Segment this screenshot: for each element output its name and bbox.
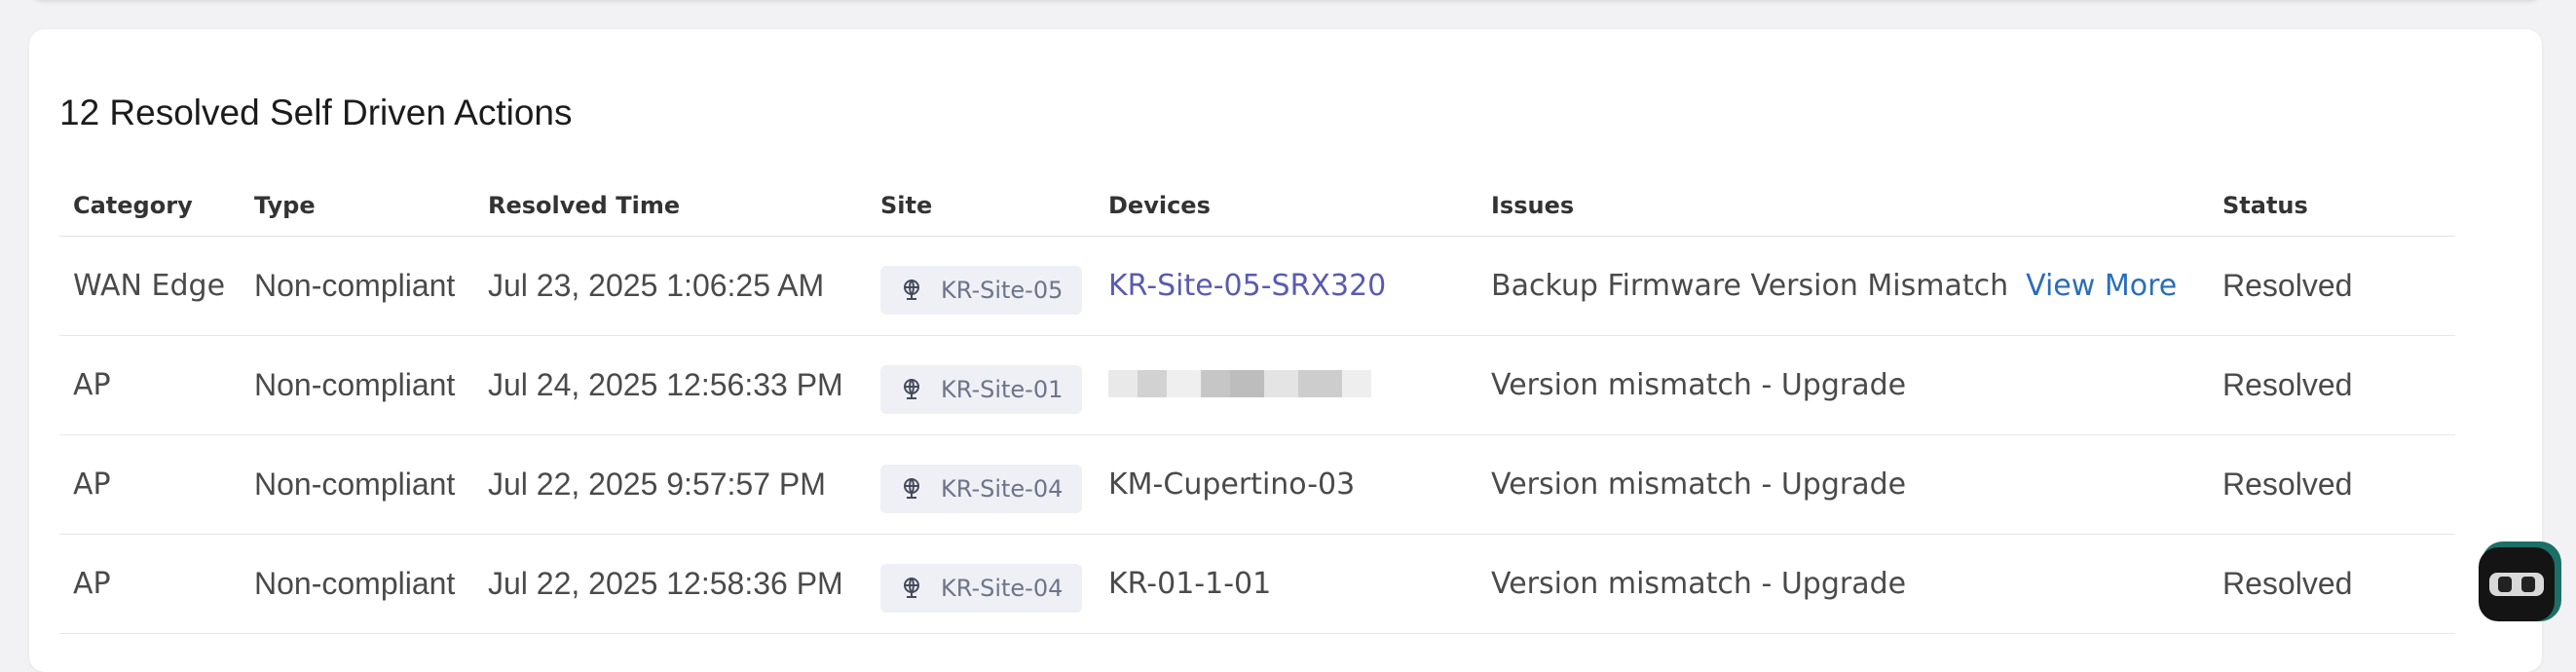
- category-cell: AP: [59, 434, 241, 535]
- type-cell: Non-compliant: [241, 434, 474, 535]
- column-header-resolved-time[interactable]: Resolved Time: [474, 175, 867, 237]
- column-header-category[interactable]: Category: [59, 175, 241, 237]
- issues-cell: Version mismatch - Upgrade: [1477, 335, 2209, 435]
- site-chip[interactable]: KR-Site-04: [880, 563, 1083, 613]
- table-row: AP Non-compliant Jul 22, 2025 9:57:57 PM…: [59, 434, 2455, 535]
- device-link[interactable]: KR-Site-05-SRX320: [1108, 269, 1386, 303]
- site-cell: KR-Site-04: [867, 534, 1095, 634]
- devices-cell: [1095, 335, 1477, 435]
- type-cell: Non-compliant: [241, 335, 474, 435]
- site-chip-label: KR-Site-05: [941, 276, 1064, 304]
- site-chip-label: KR-Site-04: [941, 474, 1064, 503]
- devices-cell: KM-Cupertino-03: [1095, 434, 1477, 535]
- table-row: WAN Edge Non-compliant Jul 23, 2025 1:06…: [59, 236, 2455, 336]
- site-icon: [904, 378, 919, 399]
- issues-cell: Version mismatch - Upgrade: [1477, 434, 2209, 535]
- view-more-link[interactable]: View More: [2026, 269, 2177, 303]
- redacted-device-name: [1108, 369, 1371, 397]
- column-header-devices[interactable]: Devices: [1095, 175, 1477, 237]
- resolved-time-cell: Jul 22, 2025 12:58:36 PM: [474, 534, 867, 634]
- status-cell: Resolved: [2209, 236, 2455, 336]
- site-cell: KR-Site-01: [867, 335, 1095, 435]
- status-cell: Resolved: [2209, 434, 2455, 535]
- site-chip[interactable]: KR-Site-01: [880, 364, 1083, 414]
- site-cell: KR-Site-05: [867, 236, 1095, 336]
- issue-text: Version mismatch - Upgrade: [1491, 567, 1907, 601]
- issues-cell: Backup Firmware Version Mismatch View Mor…: [1477, 236, 2209, 336]
- issue-text: Version mismatch - Upgrade: [1491, 467, 1907, 502]
- resolved-time-cell: Jul 22, 2025 9:57:57 PM: [474, 434, 867, 535]
- site-cell: KR-Site-04: [867, 434, 1095, 535]
- site-chip-label: KR-Site-01: [941, 375, 1064, 403]
- status-cell: Resolved: [2209, 335, 2455, 435]
- resolved-actions-table: Category Type Resolved Time Site Devices…: [59, 175, 2455, 634]
- type-cell: Non-compliant: [241, 534, 474, 634]
- type-cell: Non-compliant: [241, 236, 474, 336]
- assistant-bot-button[interactable]: [2479, 547, 2555, 621]
- column-header-site[interactable]: Site: [867, 175, 1095, 237]
- site-chip[interactable]: KR-Site-04: [880, 464, 1083, 513]
- resolved-time-cell: Jul 24, 2025 12:56:33 PM: [474, 335, 867, 435]
- devices-cell: KR-Site-05-SRX320: [1095, 236, 1477, 336]
- devices-cell: KR-01-1-01: [1095, 534, 1477, 634]
- site-chip-label: KR-Site-04: [941, 574, 1064, 602]
- category-cell: WAN Edge: [59, 236, 241, 336]
- device-name: KM-Cupertino-03: [1108, 467, 1356, 502]
- category-cell: AP: [59, 534, 241, 634]
- table-row: AP Non-compliant Jul 24, 2025 12:56:33 P…: [59, 335, 2455, 435]
- resolved-time-cell: Jul 23, 2025 1:06:25 AM: [474, 236, 867, 336]
- table-row: AP Non-compliant Jul 22, 2025 12:58:36 P…: [59, 534, 2455, 634]
- site-icon: [904, 279, 919, 300]
- card-title: 12 Resolved Self Driven Actions: [59, 93, 573, 132]
- category-cell: AP: [59, 335, 241, 435]
- table-header-row: Category Type Resolved Time Site Devices…: [59, 175, 2455, 237]
- column-header-issues[interactable]: Issues: [1477, 175, 2209, 237]
- device-name: KR-01-1-01: [1108, 567, 1272, 601]
- site-icon: [904, 477, 919, 499]
- site-chip[interactable]: KR-Site-05: [880, 265, 1083, 315]
- column-header-status[interactable]: Status: [2209, 175, 2455, 237]
- issue-text: Version mismatch - Upgrade: [1491, 368, 1907, 402]
- column-header-type[interactable]: Type: [241, 175, 474, 237]
- issues-cell: Version mismatch - Upgrade: [1477, 534, 2209, 634]
- site-icon: [904, 577, 919, 598]
- status-cell: Resolved: [2209, 534, 2455, 634]
- assistant-bot-icon: [2489, 573, 2544, 596]
- issue-text: Backup Firmware Version Mismatch: [1491, 269, 2009, 303]
